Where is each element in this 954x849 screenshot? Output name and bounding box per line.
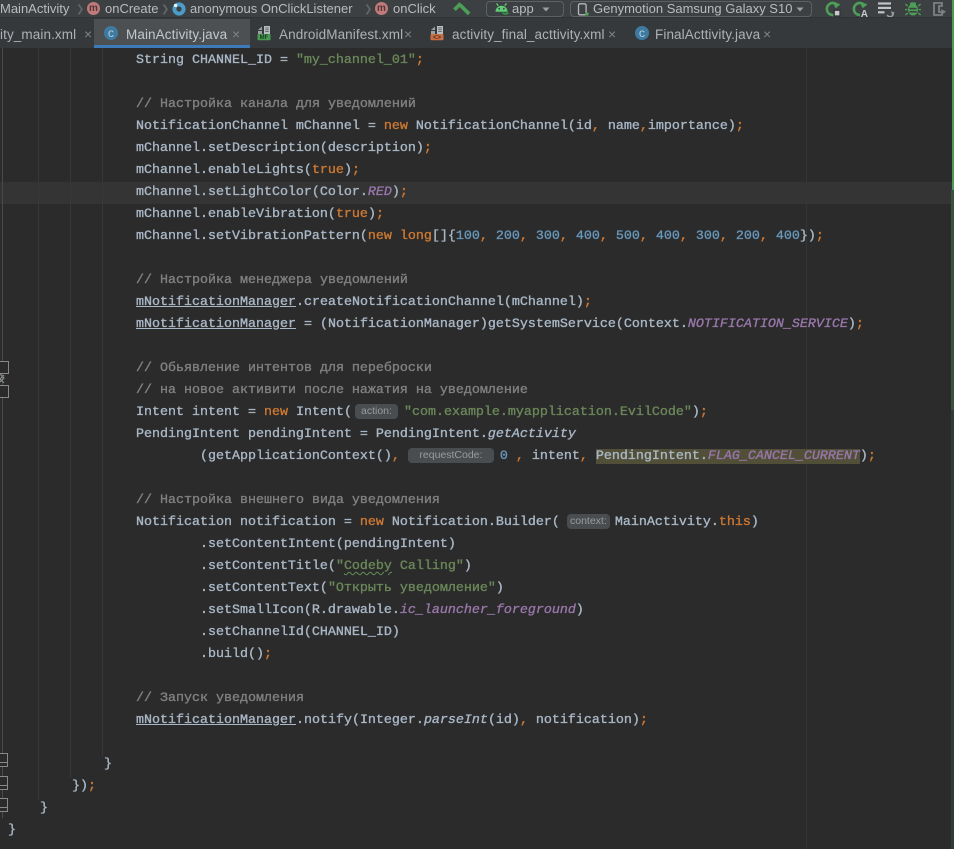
svg-text:C: C	[639, 29, 645, 41]
svg-text:MF: MF	[260, 35, 269, 41]
svg-text:<>: <>	[433, 34, 441, 41]
svg-text:C: C	[108, 29, 114, 41]
